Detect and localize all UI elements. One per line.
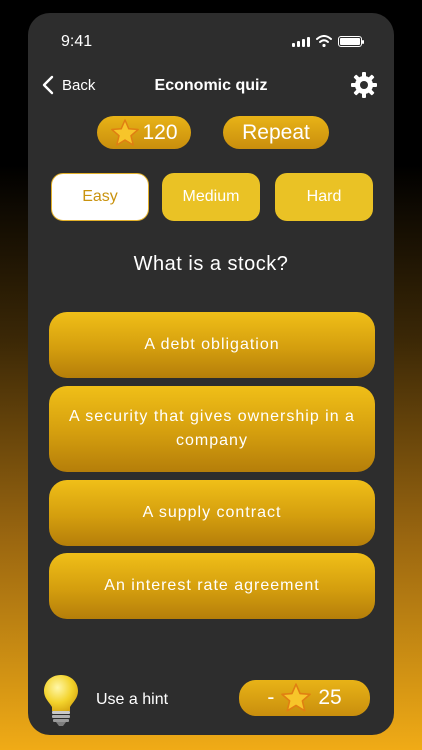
battery-icon [338,36,364,47]
hint-cost-value: 25 [318,686,342,709]
status-time: 9:41 [61,33,93,50]
level-medium-button[interactable]: Medium [162,173,260,221]
status-icons [292,35,364,47]
answer-option-1[interactable]: A debt obligation [49,312,375,378]
header: Back Economic quiz [28,71,394,103]
wifi-icon [316,35,332,47]
level-easy-button[interactable]: Easy [51,173,149,221]
answer-option-4[interactable]: An interest rate agreement [49,553,375,619]
answer-option-3[interactable]: A supply contract [49,480,375,546]
gear-icon[interactable] [350,71,378,99]
answer-option-2[interactable]: A security that gives ownership in a com… [49,386,375,472]
hint-label: Use a hint [96,691,169,708]
lightbulb-icon [44,675,78,726]
star-icon [281,683,312,712]
hint-cost-prefix: - [267,686,275,709]
status-bar: 9:41 [28,13,394,69]
coins-value: 120 [142,120,178,144]
star-icon [111,118,140,146]
app-screen: 9:41 Back Economic quiz 120 Repeat Easy … [28,13,394,735]
question-text: What is a stock? [133,253,289,275]
use-hint-button[interactable]: Use a hint [42,673,168,727]
signal-icon [292,37,310,47]
page-title: Economic quiz [154,77,268,94]
coins-badge: 120 [97,116,191,149]
repeat-button[interactable]: Repeat [223,116,329,149]
hint-cost-badge: - 25 [239,680,370,716]
level-hard-button[interactable]: Hard [275,173,373,221]
